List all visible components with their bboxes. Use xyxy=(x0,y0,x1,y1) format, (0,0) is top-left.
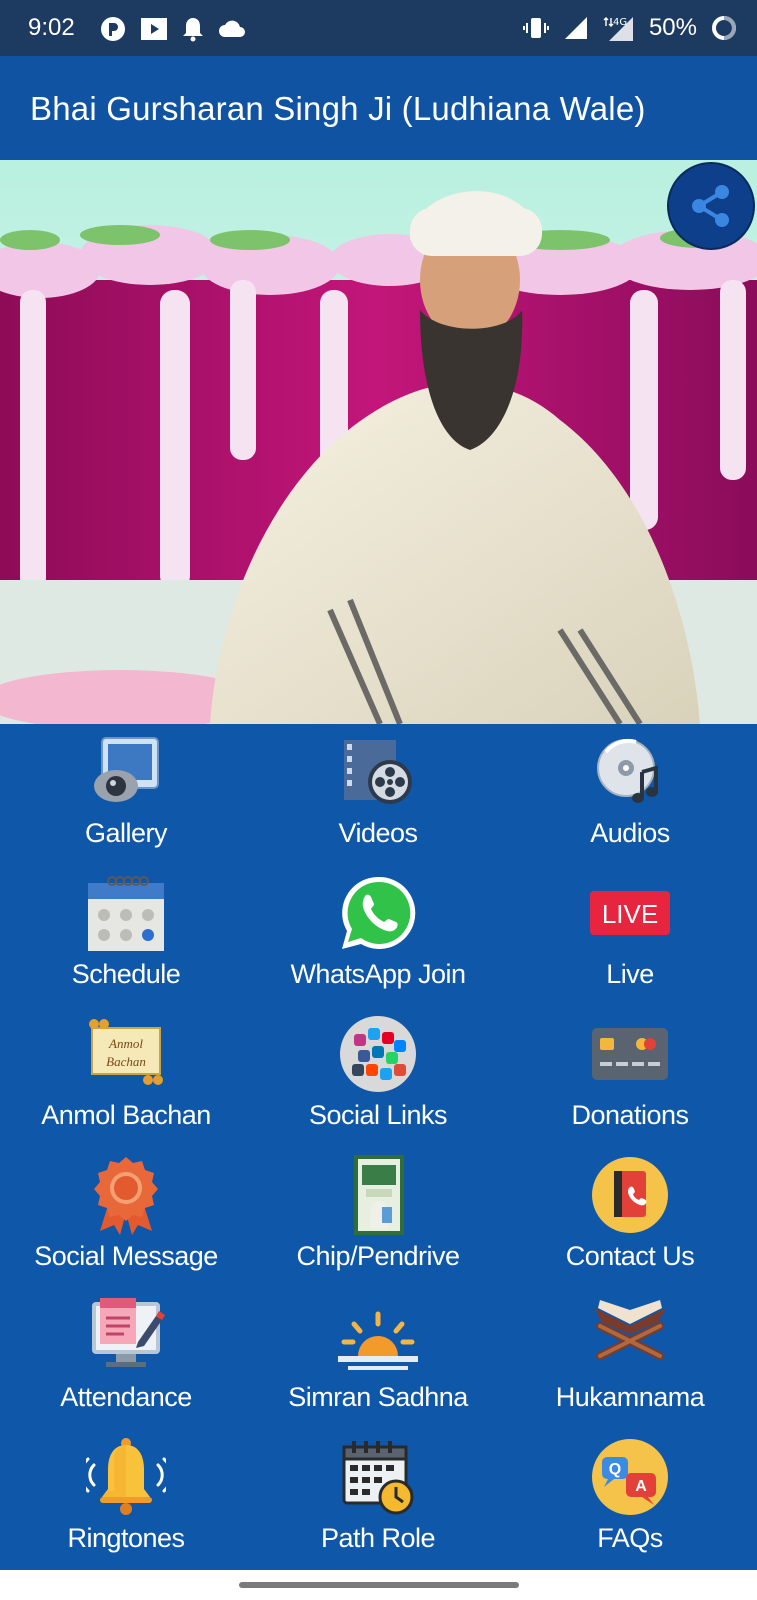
menu-item-chip-pendrive[interactable]: Chip/Pendrive xyxy=(252,1147,504,1288)
menu-label: Contact Us xyxy=(565,1241,695,1271)
menu-item-attendance[interactable]: Attendance xyxy=(0,1288,252,1429)
menu-label: Schedule xyxy=(71,959,181,989)
menu-label: Ringtones xyxy=(67,1523,185,1553)
contact-book-icon xyxy=(592,1157,668,1233)
app-notification-icon xyxy=(101,17,125,41)
book-cover-icon xyxy=(354,1155,404,1235)
app-title: Bhai Gursharan Singh Ji (Ludhiana Wale) xyxy=(30,90,646,127)
gallery-icon xyxy=(94,737,159,802)
menu-label: Social Links xyxy=(308,1100,448,1130)
cd-music-icon xyxy=(597,738,658,803)
menu-item-social-message[interactable]: Social Message xyxy=(0,1147,252,1288)
live-badge-text: LIVE xyxy=(602,899,658,929)
mobile-data-icon: 4G xyxy=(603,17,633,41)
status-bar: 9:02 4G 50% xyxy=(0,0,757,56)
menu-item-videos[interactable]: Videos xyxy=(252,724,504,865)
bell-icon xyxy=(183,18,203,42)
menu-item-audios[interactable]: Audios xyxy=(504,724,756,865)
signal-icon xyxy=(564,17,587,39)
quote-card-line-1: Anmol xyxy=(108,1036,143,1051)
app-bar: Bhai Gursharan Singh Ji (Ludhiana Wale) xyxy=(0,56,757,160)
status-right-icons: 4G 50% xyxy=(522,14,737,42)
faq-a-text: A xyxy=(635,1478,647,1495)
menu-label: Anmol Bachan xyxy=(41,1100,211,1130)
home-gesture-handle[interactable] xyxy=(239,1582,519,1588)
menu-item-social-links[interactable]: Social Links xyxy=(252,1006,504,1147)
menu-label: WhatsApp Join xyxy=(290,959,466,989)
quote-card-line-2: Bachan xyxy=(106,1054,146,1069)
menu-label: Live xyxy=(606,959,654,989)
menu-label: Audios xyxy=(590,818,670,848)
qa-bubbles-icon: Q A xyxy=(592,1439,668,1515)
banner-photo xyxy=(0,160,757,724)
live-badge-icon: LIVE xyxy=(590,891,670,935)
battery-saver-icon xyxy=(712,16,736,40)
menu-item-hukamnama[interactable]: Hukamnama xyxy=(504,1288,756,1429)
menu-label: Path Role xyxy=(320,1523,436,1553)
share-button[interactable] xyxy=(667,162,755,250)
image-carousel[interactable] xyxy=(0,160,757,724)
youtube-notification-icon xyxy=(141,18,167,40)
credit-card-icon xyxy=(592,1028,668,1080)
menu-item-contact-us[interactable]: Contact Us xyxy=(504,1147,756,1288)
menu-item-simran-sadhna[interactable]: Simran Sadhna xyxy=(252,1288,504,1429)
menu-item-ringtones[interactable]: Ringtones xyxy=(0,1429,252,1570)
menu-label: Hukamnama xyxy=(555,1382,705,1412)
cloud-icon xyxy=(219,20,245,37)
menu-item-donations[interactable]: Donations xyxy=(504,1006,756,1147)
menu-grid: Gallery Videos Audios Schedule WhatsApp … xyxy=(0,724,757,1570)
menu-item-whatsapp-join[interactable]: WhatsApp Join xyxy=(252,865,504,1006)
menu-item-schedule[interactable]: Schedule xyxy=(0,865,252,1006)
calendar-clock-icon xyxy=(342,1441,414,1515)
status-time: 9:02 xyxy=(28,14,75,41)
faq-q-text: Q xyxy=(609,1461,621,1478)
film-reel-icon xyxy=(344,740,412,804)
award-ribbon-icon xyxy=(94,1157,158,1235)
menu-label: Chip/Pendrive xyxy=(296,1241,460,1271)
menu-label: Simran Sadhna xyxy=(288,1382,468,1412)
battery-percent: 50% xyxy=(648,14,697,41)
status-left-icons xyxy=(100,16,246,42)
calendar-icon xyxy=(88,876,164,951)
menu-item-gallery[interactable]: Gallery xyxy=(0,724,252,865)
sunrise-icon xyxy=(338,1311,418,1370)
menu-label: Attendance xyxy=(60,1382,192,1412)
social-apps-icon xyxy=(340,1016,416,1092)
menu-item-anmol-bachan[interactable]: Anmol Bachan Anmol Bachan xyxy=(0,1006,252,1147)
menu-label: FAQs xyxy=(597,1523,663,1553)
quote-card-icon: Anmol Bachan xyxy=(89,1019,163,1085)
attendance-monitor-icon xyxy=(92,1298,165,1367)
whatsapp-icon xyxy=(342,876,416,949)
open-book-stand-icon xyxy=(594,1300,666,1360)
menu-item-faqs[interactable]: Q A FAQs xyxy=(504,1429,756,1570)
menu-label: Videos xyxy=(338,818,418,848)
menu-item-live[interactable]: LIVE Live xyxy=(504,865,756,1006)
menu-label: Social Message xyxy=(34,1241,218,1271)
menu-label: Gallery xyxy=(84,818,168,848)
vibrate-icon xyxy=(522,18,549,38)
gesture-nav-bar xyxy=(0,1570,757,1600)
menu-item-path-role[interactable]: Path Role xyxy=(252,1429,504,1570)
ringing-bell-icon xyxy=(86,1438,166,1515)
menu-label: Donations xyxy=(571,1100,689,1130)
share-icon xyxy=(692,185,729,227)
